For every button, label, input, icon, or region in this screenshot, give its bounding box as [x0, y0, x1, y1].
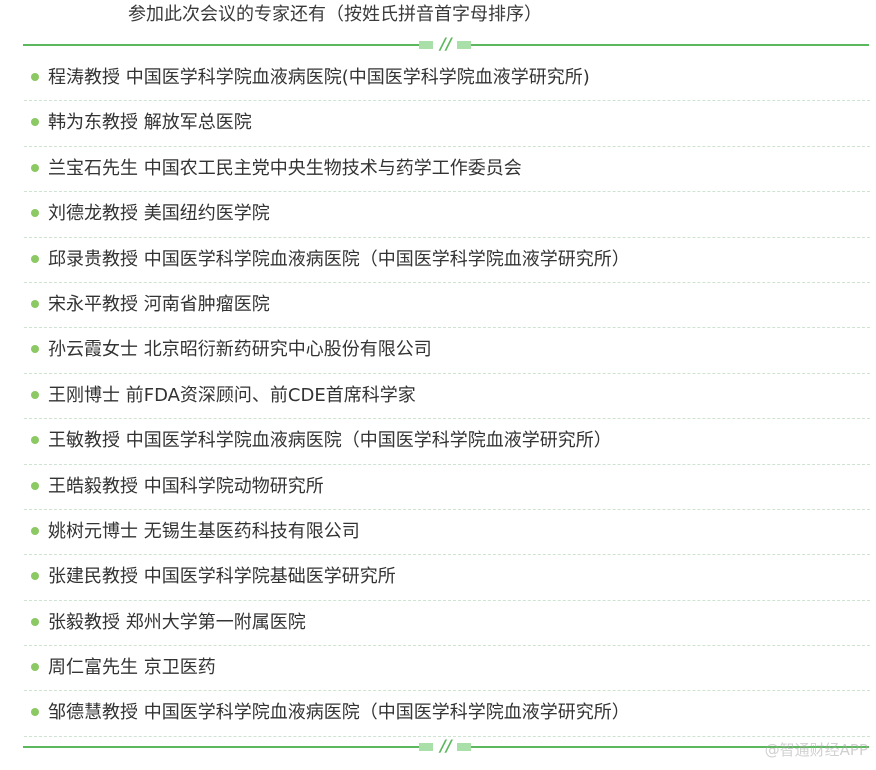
divider-slash-icon: //	[440, 34, 452, 53]
bullet-icon	[31, 526, 39, 535]
list-item: 张建民教授 中国医学科学院基础医学研究所	[24, 555, 870, 601]
bullet-icon	[31, 163, 39, 172]
list-item: 兰宝石先生 中国农工民主党中央生物技术与药学工作委员会	[24, 147, 870, 193]
list-item: 邹德慧教授 中国医学科学院血液病医院（中国医学科学院血液学研究所）	[24, 691, 870, 737]
bullet-icon	[31, 481, 39, 490]
bottom-divider: //	[23, 736, 869, 755]
list-item: 周仁富先生 京卫医药	[24, 646, 870, 692]
bullet-icon	[31, 345, 39, 354]
list-item: 王敏教授 中国医学科学院血液病医院（中国医学科学院血液学研究所）	[24, 419, 870, 465]
bullet-icon	[31, 73, 39, 81]
expert-entry: 韩为东教授 解放军总医院	[48, 112, 252, 134]
expert-entry: 刘德龙教授 美国纽约医学院	[48, 203, 270, 225]
expert-entry: 王皓毅教授 中国科学院动物研究所	[48, 475, 324, 497]
expert-entry: 王刚博士 前FDA资深顾问、前CDE首席科学家	[48, 384, 416, 406]
expert-entry: 姚树元博士 无锡生基医药科技有限公司	[48, 520, 360, 542]
expert-entry: 宋永平教授 河南省肿瘤医院	[48, 293, 270, 315]
bullet-icon	[31, 708, 39, 717]
divider-bar-left	[419, 743, 433, 751]
list-item: 韩为东教授 解放军总医院	[24, 101, 870, 147]
bullet-icon	[31, 436, 39, 445]
divider-ornament: //	[419, 34, 471, 53]
expert-entry: 孙云霞女士 北京昭衍新药研究中心股份有限公司	[48, 339, 432, 361]
divider-bar-right	[457, 743, 471, 751]
expert-entry: 邱录贵教授 中国医学科学院血液病医院（中国医学科学院血液学研究所）	[48, 248, 630, 270]
expert-entry: 程涛教授 中国医学科学院血液病医院(中国医学科学院血液学研究所)	[48, 67, 590, 88]
expert-entry: 兰宝石先生 中国农工民主党中央生物技术与药学工作委员会	[48, 157, 522, 179]
watermark: @智通财经APP	[764, 741, 868, 759]
list-item: 刘德龙教授 美国纽约医学院	[24, 192, 870, 238]
list-item: 邱录贵教授 中国医学科学院血液病医院（中国医学科学院血液学研究所）	[24, 238, 870, 283]
expert-list: 程涛教授 中国医学科学院血液病医院(中国医学科学院血液学研究所) 韩为东教授 解…	[24, 56, 870, 737]
divider-ornament: //	[419, 736, 471, 755]
divider-slash-icon: //	[440, 736, 452, 755]
bullet-icon	[31, 572, 39, 581]
expert-entry: 张毅教授 郑州大学第一附属医院	[48, 611, 306, 633]
bullet-icon	[31, 209, 39, 218]
divider-bar-right	[457, 41, 471, 49]
divider-bar-left	[419, 41, 433, 49]
list-item: 宋永平教授 河南省肿瘤医院	[24, 283, 870, 329]
list-item: 姚树元博士 无锡生基医药科技有限公司	[24, 510, 870, 556]
list-item: 王皓毅教授 中国科学院动物研究所	[24, 465, 870, 510]
expert-entry: 周仁富先生 京卫医药	[48, 657, 216, 679]
bullet-icon	[31, 390, 39, 399]
list-item: 程涛教授 中国医学科学院血液病医院(中国医学科学院血液学研究所)	[24, 56, 870, 102]
bullet-icon	[31, 663, 39, 672]
expert-entry: 邹德慧教授 中国医学科学院血液病医院（中国医学科学院血液学研究所）	[48, 702, 630, 724]
bullet-icon	[31, 254, 39, 263]
top-divider: //	[23, 34, 869, 53]
list-item: 王刚博士 前FDA资深顾问、前CDE首席科学家	[24, 374, 870, 420]
list-item: 孙云霞女士 北京昭衍新药研究中心股份有限公司	[24, 328, 870, 374]
intro-heading: 参加此次会议的专家还有（按姓氏拼音首字母排序）	[128, 4, 542, 25]
bullet-icon	[31, 299, 39, 308]
expert-entry: 王敏教授 中国医学科学院血液病医院（中国医学科学院血液学研究所）	[48, 430, 612, 452]
bullet-icon	[31, 118, 39, 127]
bullet-icon	[31, 617, 39, 626]
expert-entry: 张建民教授 中国医学科学院基础医学研究所	[48, 566, 396, 588]
list-item: 张毅教授 郑州大学第一附属医院	[24, 601, 870, 647]
